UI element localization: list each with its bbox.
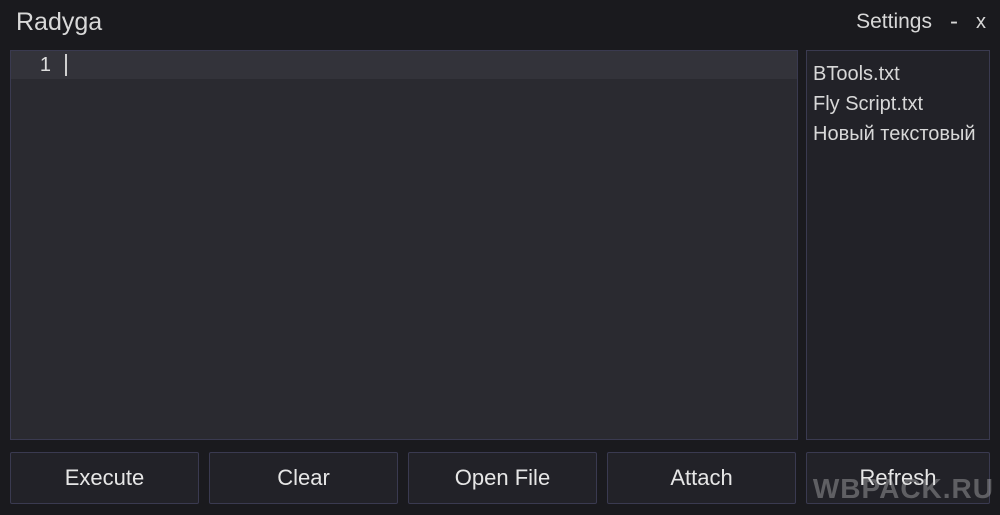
minimize-button[interactable]: -: [950, 17, 958, 27]
editor-body[interactable]: [11, 79, 797, 439]
app-title: Radyga: [16, 8, 102, 37]
editor-line: 1: [11, 51, 797, 79]
titlebar-controls: Settings - x: [856, 10, 986, 34]
code-editor[interactable]: 1: [10, 50, 798, 440]
clear-button[interactable]: Clear: [209, 452, 398, 504]
editor-text-area[interactable]: [59, 51, 797, 79]
list-item[interactable]: Fly Script.txt: [813, 89, 983, 119]
settings-button[interactable]: Settings: [856, 10, 932, 34]
line-number-gutter: 1: [11, 51, 59, 79]
list-item[interactable]: BTools.txt: [813, 59, 983, 89]
close-button[interactable]: x: [976, 11, 986, 34]
titlebar: Radyga Settings - x: [0, 0, 1000, 44]
file-list-panel: BTools.txt Fly Script.txt Новый текстовы…: [806, 50, 990, 440]
execute-button[interactable]: Execute: [10, 452, 199, 504]
list-item[interactable]: Новый текстовый: [813, 119, 983, 149]
button-row: Execute Clear Open File Attach Refresh: [0, 440, 1000, 514]
content-area: 1 BTools.txt Fly Script.txt Новый тексто…: [0, 44, 1000, 440]
refresh-button[interactable]: Refresh: [806, 452, 990, 504]
open-file-button[interactable]: Open File: [408, 452, 597, 504]
text-cursor: [65, 54, 67, 76]
attach-button[interactable]: Attach: [607, 452, 796, 504]
